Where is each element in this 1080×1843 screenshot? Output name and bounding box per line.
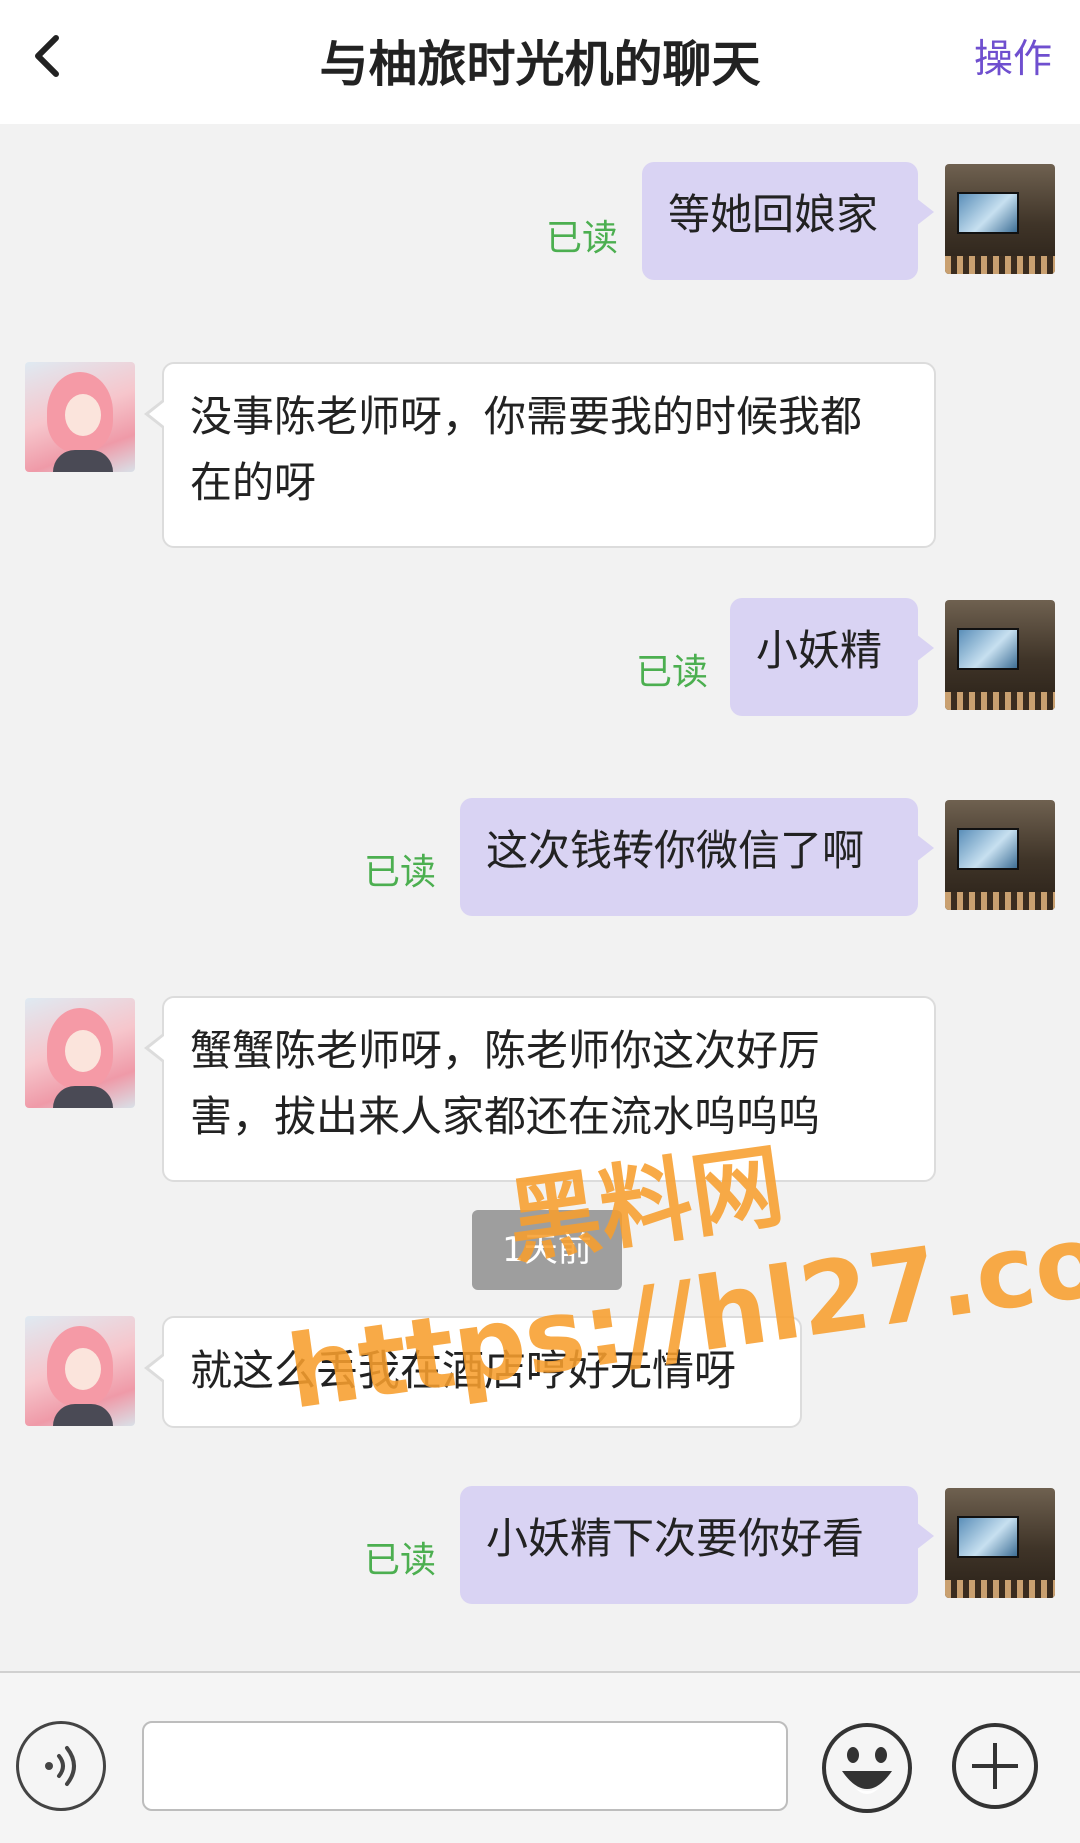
read-status: 已读 [546, 218, 619, 259]
action-button[interactable]: 操作 [974, 30, 1052, 90]
contact-avatar[interactable] [25, 1316, 135, 1426]
contact-avatar[interactable] [25, 362, 135, 472]
message-bubble[interactable]: 没事陈老师呀，你需要我的时候我都 在的呀 [144, 362, 936, 548]
message-bubble[interactable]: 小妖精 [730, 598, 934, 716]
self-avatar[interactable] [945, 800, 1055, 910]
message-text: 这次钱转你微信了啊 [486, 826, 865, 875]
read-status: 已读 [364, 852, 437, 893]
back-button[interactable] [26, 30, 74, 82]
message-text: 等她回娘家 [668, 190, 879, 239]
message-text-line: 没事陈老师呀，你需要我的时候我都 [190, 392, 863, 441]
message-bubble[interactable]: 这次钱转你微信了啊 [460, 798, 934, 916]
voice-button[interactable] [16, 1721, 106, 1811]
page-title: 与柚旅时光机的聊天 [319, 36, 761, 93]
read-status: 已读 [636, 652, 709, 693]
more-button[interactable] [950, 1721, 1040, 1811]
read-status: 已读 [364, 1540, 437, 1581]
message-bubble[interactable]: 小妖精下次要你好看 [460, 1486, 934, 1604]
message-text-line: 在的呀 [190, 458, 317, 507]
message-text: 小妖精下次要你好看 [486, 1514, 865, 1563]
message-list[interactable]: 等她回娘家 已读 没事陈老师呀，你需要我的时候我都 在的呀 小妖精 已读 这次钱… [0, 124, 1080, 1671]
emoji-icon [822, 1723, 912, 1813]
message-bubble[interactable]: 等她回娘家 [642, 162, 934, 280]
chat-header: 与柚旅时光机的聊天 操作 [0, 0, 1080, 124]
message-text-line: 蟹蟹陈老师呀，陈老师你这次好厉 [190, 1026, 821, 1075]
composer-bar [0, 1671, 1080, 1843]
contact-avatar[interactable] [25, 998, 135, 1108]
message-input[interactable] [142, 1721, 788, 1811]
self-avatar[interactable] [945, 1488, 1055, 1598]
voice-icon [45, 1746, 76, 1786]
plus-icon [952, 1723, 1038, 1809]
self-avatar[interactable] [945, 600, 1055, 710]
self-avatar[interactable] [945, 164, 1055, 274]
message-bubble[interactable]: 蟹蟹陈老师呀，陈老师你这次好厉 害，拔出来人家都还在流水呜呜呜 [144, 996, 936, 1182]
back-icon [35, 35, 59, 77]
emoji-button[interactable] [820, 1721, 914, 1815]
message-text: 小妖精 [756, 626, 883, 675]
message-text-line: 害，拔出来人家都还在流水呜呜呜 [190, 1092, 821, 1141]
